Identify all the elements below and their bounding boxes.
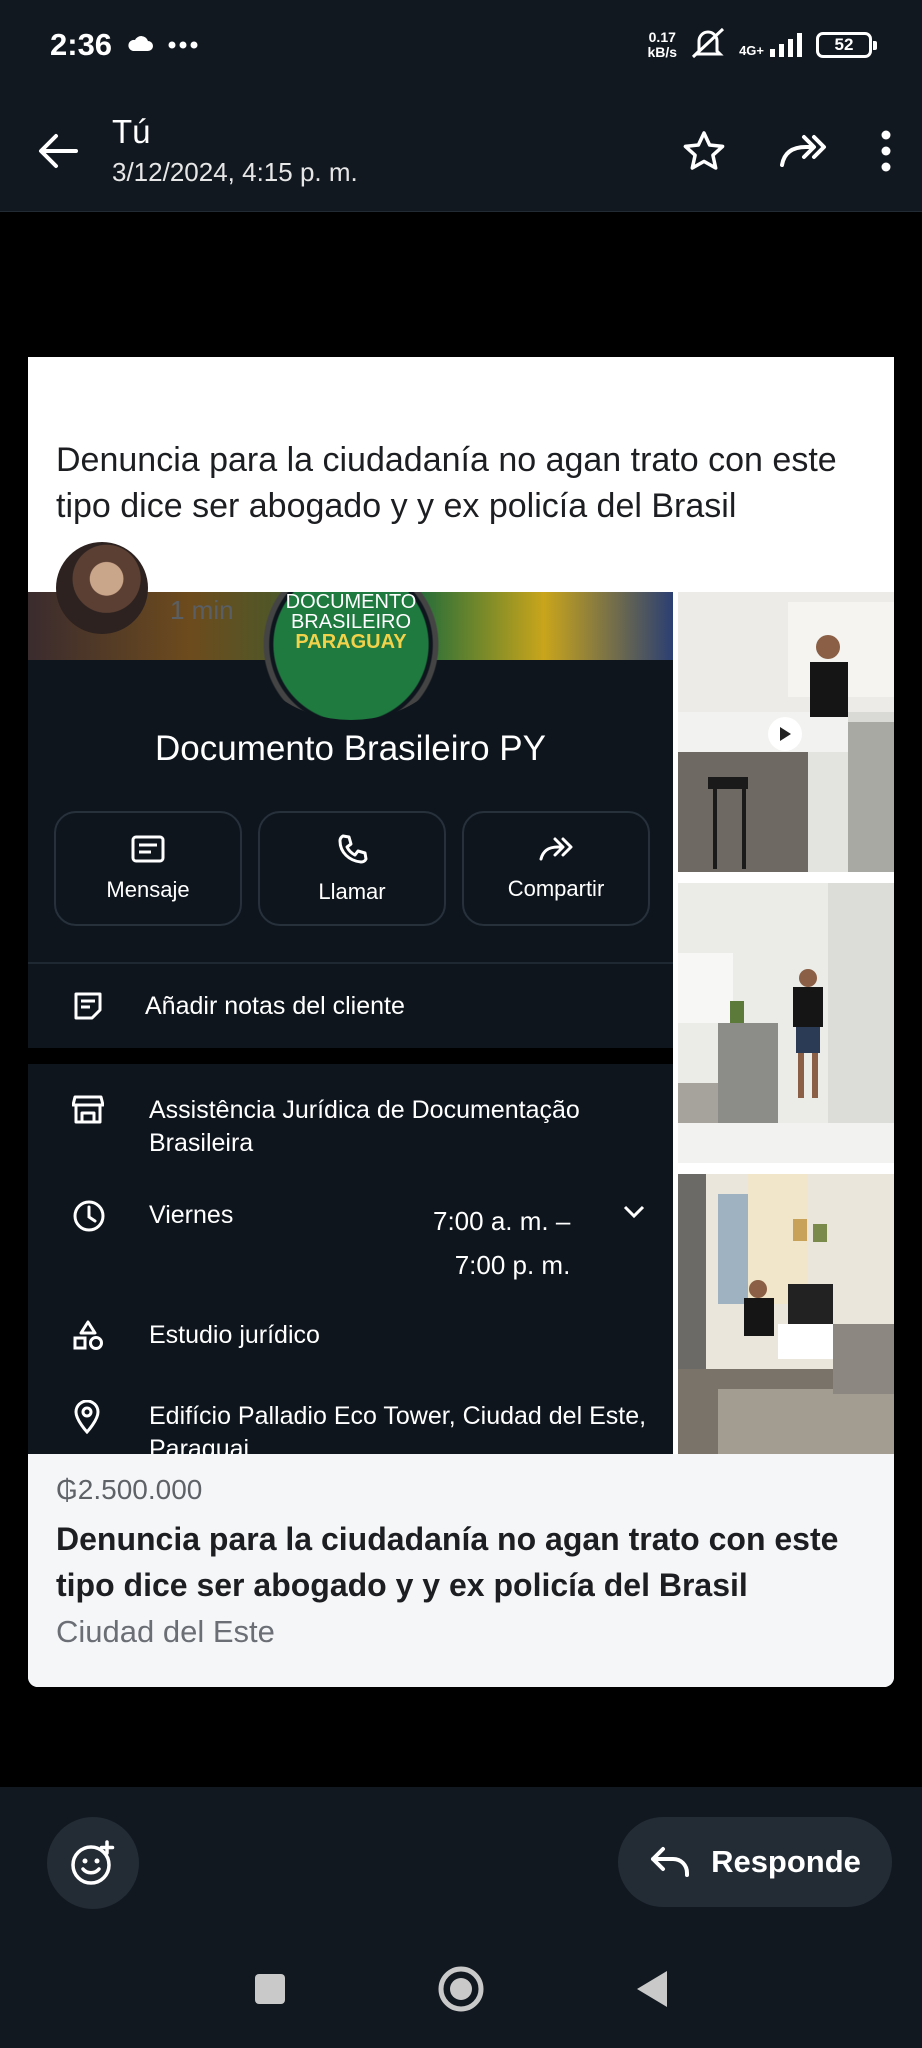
forward-button[interactable] <box>778 133 828 169</box>
app-header: Tú 3/12/2024, 4:15 p. m. <box>0 90 922 212</box>
store-icon <box>71 1094 105 1129</box>
signal-indicator: 4G+ <box>739 33 804 57</box>
reply-label: Responde <box>711 1844 861 1879</box>
location-pin-icon <box>72 1399 102 1439</box>
star-button[interactable] <box>682 130 726 172</box>
play-icon <box>768 717 802 751</box>
system-navigation-bar <box>0 1934 922 2048</box>
business-name: Documento Brasileiro PY <box>155 729 546 768</box>
cloud-icon <box>126 34 154 57</box>
mute-icon <box>689 27 727 64</box>
share-button[interactable]: Compartir <box>462 811 650 926</box>
message-datetime: 3/12/2024, 4:15 p. m. <box>112 157 358 187</box>
photo-thumbnail[interactable] <box>678 1174 894 1454</box>
triangle-back-icon <box>637 1970 667 2007</box>
more-vertical-icon <box>881 130 891 171</box>
listing-price: ₲2.500.000 <box>56 1474 203 1505</box>
circle-icon <box>438 1966 484 2011</box>
status-bar: 2:36 0.17 kB/s 4G+ 52 <box>0 0 922 90</box>
video-thumbnail[interactable] <box>678 592 894 872</box>
business-profile: DOCUMENTO BRASILEIRO PARAGUAY Documento … <box>28 592 673 1454</box>
section-separator <box>28 1048 673 1064</box>
square-icon <box>255 1973 285 2004</box>
sender-name: Tú <box>112 113 151 150</box>
network-speed: 0.17 kB/s <box>647 29 678 60</box>
post-author-header: 1 min <box>56 542 234 634</box>
share-icon <box>539 837 573 860</box>
business-logo-text: DOCUMENTO BRASILEIRO PARAGUAY <box>285 592 417 653</box>
more-notifications-icon <box>168 36 198 54</box>
react-button[interactable] <box>47 1817 139 1909</box>
add-emoji-icon <box>71 1840 115 1885</box>
message-icon <box>131 835 165 862</box>
status-time: 2:36 <box>50 27 113 62</box>
media-letterbox-top <box>0 212 922 357</box>
phone-icon <box>338 834 368 863</box>
message-button[interactable]: Mensaje <box>54 811 242 926</box>
forward-icon <box>780 134 826 167</box>
notes-icon <box>72 990 104 1027</box>
call-button[interactable]: Llamar <box>258 811 446 926</box>
recents-button[interactable] <box>253 1972 287 2011</box>
marketplace-listing[interactable]: ₲2.500.000 Denuncia para la ciudadanía n… <box>28 1454 894 1687</box>
back-arrow-icon <box>39 133 78 168</box>
media-viewer: Denuncia para la ciudadanía no agan trat… <box>0 212 922 1787</box>
post-time: 1 min <box>170 595 234 625</box>
shared-content: DOCUMENTO BRASILEIRO PARAGUAY Documento … <box>28 592 894 1454</box>
reply-bar: Responde <box>0 1787 922 1934</box>
avatar <box>56 542 148 634</box>
listing-title: Denuncia para la ciudadanía no agan trat… <box>56 1521 839 1603</box>
back-button[interactable] <box>30 123 86 179</box>
photo-thumbnail[interactable] <box>678 883 894 1163</box>
divider <box>28 962 673 964</box>
reply-icon <box>651 1847 690 1877</box>
star-icon <box>683 130 725 170</box>
listing-location: Ciudad del Este <box>56 1614 275 1649</box>
more-options-button[interactable] <box>880 130 892 172</box>
battery-indicator: 52 <box>816 32 877 58</box>
business-actions: Mensaje Llamar Compartir <box>54 811 650 926</box>
reply-button[interactable]: Responde <box>618 1817 892 1907</box>
clock-icon <box>72 1199 106 1238</box>
category-icon <box>72 1319 104 1356</box>
post-text: Denuncia para la ciudadanía no agan trat… <box>56 441 837 525</box>
back-nav-button[interactable] <box>635 1969 669 2014</box>
home-button[interactable] <box>437 1965 485 2018</box>
chevron-down-icon <box>623 1205 645 1224</box>
hours-text: 7:00 a. m. – 7:00 p. m. <box>433 1206 571 1280</box>
photo-thumbnails <box>678 592 894 1454</box>
